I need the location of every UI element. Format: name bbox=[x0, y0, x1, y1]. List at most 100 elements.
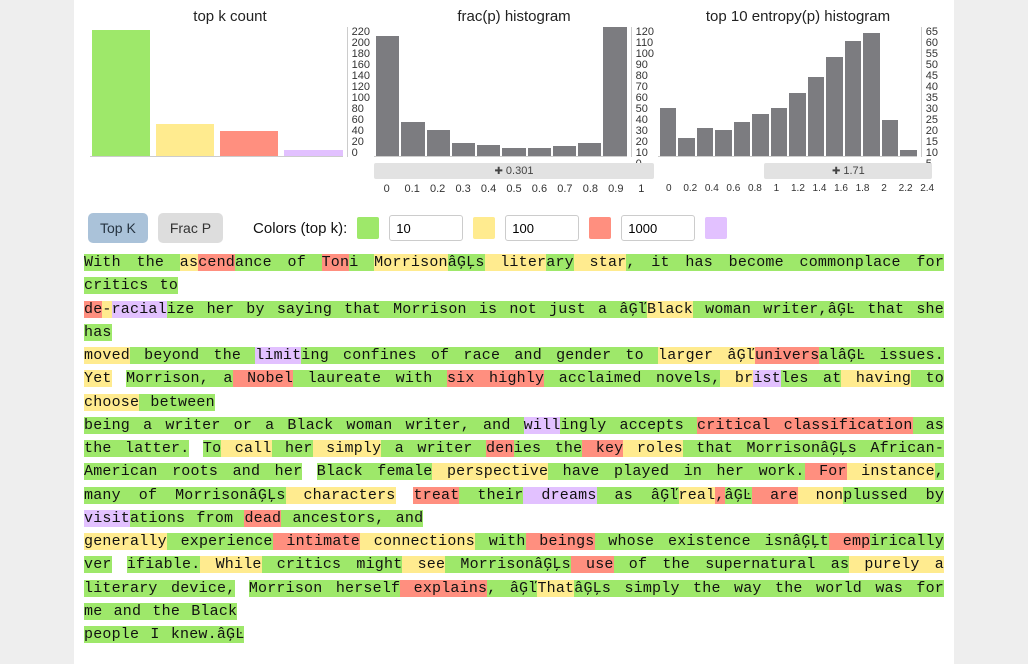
token[interactable]: accepts bbox=[606, 417, 697, 434]
token[interactable]: For bbox=[805, 463, 847, 480]
token[interactable]: latter bbox=[112, 440, 181, 457]
token[interactable]: device bbox=[158, 580, 227, 597]
token[interactable]: i bbox=[349, 254, 374, 271]
token[interactable]: with bbox=[381, 370, 447, 387]
token[interactable]: her bbox=[272, 440, 313, 457]
token[interactable]: emp bbox=[829, 533, 870, 550]
token[interactable]: explains bbox=[400, 580, 487, 597]
token[interactable]: being bbox=[84, 417, 130, 434]
token[interactable]: Ton bbox=[322, 254, 350, 271]
range-slider[interactable]: ✚ 1.71 bbox=[764, 163, 932, 179]
token[interactable]: classification bbox=[771, 417, 913, 434]
token[interactable]: âĢĻs bbox=[448, 254, 485, 271]
bar[interactable] bbox=[808, 77, 824, 156]
token[interactable]: Black bbox=[647, 301, 693, 318]
token[interactable]: . bbox=[180, 440, 189, 457]
bar[interactable] bbox=[771, 108, 787, 156]
token[interactable]: writer bbox=[751, 301, 818, 318]
token[interactable]: ing bbox=[301, 347, 329, 364]
token[interactable]: and bbox=[470, 417, 524, 434]
token[interactable]: roots bbox=[158, 463, 219, 480]
token[interactable]: a bbox=[920, 556, 944, 573]
token[interactable]: a writer bbox=[381, 440, 486, 457]
token[interactable]: six bbox=[447, 370, 475, 387]
topk-button[interactable]: Top K bbox=[88, 213, 148, 243]
token[interactable]: les bbox=[781, 370, 809, 387]
token[interactable]: woman bbox=[693, 301, 751, 318]
token[interactable]: their bbox=[459, 487, 523, 504]
token[interactable]: characters bbox=[286, 487, 396, 504]
token[interactable]: people I knew bbox=[84, 626, 208, 643]
bar[interactable] bbox=[845, 41, 861, 156]
token[interactable]: as bbox=[913, 417, 944, 434]
bar[interactable] bbox=[678, 138, 694, 156]
token[interactable]: are bbox=[752, 487, 798, 504]
token[interactable]: âĢĿ bbox=[217, 626, 245, 643]
token[interactable]: larger bbox=[658, 347, 713, 364]
token[interactable]: br bbox=[720, 370, 753, 387]
bar[interactable] bbox=[92, 30, 150, 156]
token[interactable]: many of MorrisonâĢĻs bbox=[84, 487, 286, 504]
threshold-input-3[interactable] bbox=[621, 215, 695, 241]
bar[interactable] bbox=[452, 143, 475, 156]
token[interactable]: Yet bbox=[84, 370, 112, 387]
token[interactable]: treat bbox=[413, 487, 459, 504]
token[interactable]: ize bbox=[167, 301, 195, 318]
token[interactable]: of the supernatural as bbox=[614, 556, 850, 573]
token[interactable]: âĢĿ bbox=[828, 301, 856, 318]
token[interactable]: or bbox=[221, 417, 252, 434]
token[interactable]: whose existence bbox=[595, 533, 751, 550]
bar[interactable] bbox=[553, 146, 576, 156]
token[interactable]: as bbox=[180, 254, 198, 271]
token[interactable]: - bbox=[102, 301, 111, 318]
token[interactable]: beings bbox=[526, 533, 595, 550]
token[interactable]: a bbox=[130, 417, 152, 434]
token[interactable]: den bbox=[486, 440, 514, 457]
token[interactable]: with bbox=[475, 533, 526, 550]
bar[interactable] bbox=[863, 33, 879, 156]
token[interactable]: the bbox=[541, 440, 582, 457]
token[interactable]: use bbox=[571, 556, 614, 573]
token[interactable]: and bbox=[384, 510, 423, 527]
token[interactable]: ancestors bbox=[281, 510, 375, 527]
bar[interactable] bbox=[477, 145, 500, 156]
token[interactable]: non bbox=[798, 487, 844, 504]
token[interactable]: . bbox=[208, 626, 217, 643]
bar[interactable] bbox=[528, 148, 551, 156]
token[interactable]: star bbox=[574, 254, 627, 271]
token[interactable]: the bbox=[199, 347, 255, 364]
token[interactable]: - bbox=[935, 440, 944, 457]
token[interactable]: connections bbox=[360, 533, 475, 550]
token[interactable]: univers bbox=[755, 347, 819, 364]
token[interactable]: , bbox=[715, 487, 724, 504]
token[interactable]: having bbox=[841, 370, 911, 387]
token[interactable]: American bbox=[84, 463, 158, 480]
token[interactable]: âĢĻs bbox=[574, 580, 611, 597]
token[interactable]: ations bbox=[130, 510, 185, 527]
token[interactable]: dead bbox=[244, 510, 281, 527]
token[interactable]: âĢľ bbox=[496, 580, 537, 597]
bar[interactable] bbox=[401, 122, 424, 156]
token[interactable]: critics might bbox=[262, 556, 403, 573]
token[interactable]: pl bbox=[843, 487, 861, 504]
token[interactable]: writer bbox=[152, 417, 220, 434]
range-slider[interactable]: ✚ 0.301 bbox=[374, 163, 654, 179]
bar[interactable] bbox=[900, 150, 916, 156]
bar[interactable] bbox=[502, 148, 525, 156]
bar[interactable] bbox=[826, 57, 842, 156]
token[interactable]: That bbox=[537, 580, 574, 597]
token[interactable]: issues bbox=[865, 347, 934, 364]
token[interactable]: Black female bbox=[317, 463, 433, 480]
bar[interactable] bbox=[660, 108, 676, 156]
bar[interactable] bbox=[156, 124, 214, 156]
token[interactable]: MorrisonâĢĻs bbox=[445, 556, 571, 573]
token[interactable]: that MorrisonâĢĻs African bbox=[683, 440, 935, 457]
token[interactable]: key bbox=[582, 440, 623, 457]
token[interactable]: literary bbox=[84, 580, 158, 597]
bar[interactable] bbox=[427, 130, 450, 156]
token[interactable]: experience bbox=[167, 533, 273, 550]
token[interactable]: at bbox=[809, 370, 842, 387]
token[interactable]: novels, bbox=[642, 370, 721, 387]
token[interactable]: by bbox=[908, 487, 944, 504]
plot-area[interactable]: 220200180160140120100806040200 bbox=[90, 27, 370, 157]
